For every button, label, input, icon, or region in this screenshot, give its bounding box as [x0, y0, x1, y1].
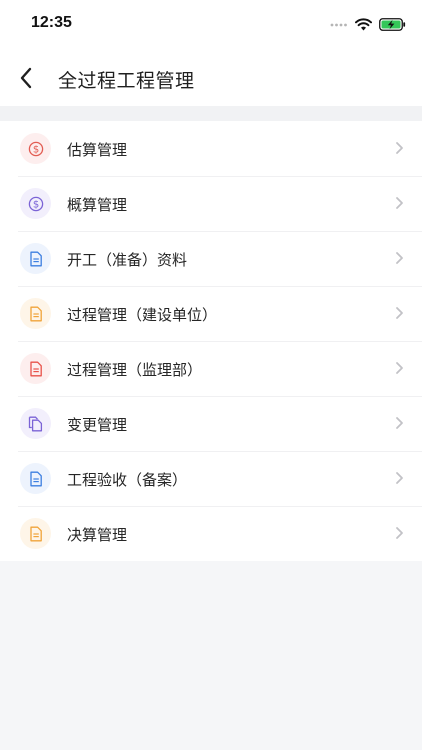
menu-item-change-management[interactable]: 变更管理 — [0, 396, 422, 451]
document-icon — [29, 361, 43, 377]
chevron-right-icon — [396, 252, 403, 264]
cellular-signal-icon — [330, 23, 347, 27]
svg-text:$: $ — [32, 144, 38, 155]
navigation-bar: 全过程工程管理 — [0, 50, 422, 106]
icon-background — [20, 463, 51, 494]
menu-item-process-supervisor[interactable]: 过程管理（监理部） — [0, 341, 422, 396]
copy-document-icon — [28, 416, 43, 432]
document-icon — [29, 526, 43, 542]
menu-item-acceptance[interactable]: 工程验收（备案） — [0, 451, 422, 506]
menu-list: $ 估算管理 $ 概算管理 开工（准备）资料 过程管理（建设单位） 过程管理（监… — [0, 121, 422, 561]
status-icons — [330, 16, 406, 32]
chevron-right-icon — [396, 142, 403, 154]
icon-background — [20, 408, 51, 439]
menu-item-label: 工程验收（备案） — [67, 471, 188, 489]
menu-item-final-accounts[interactable]: 决算管理 — [0, 506, 422, 561]
icon-background — [20, 353, 51, 384]
chevron-right-icon — [396, 417, 403, 429]
page-title: 全过程工程管理 — [58, 70, 195, 92]
menu-item-label: 决算管理 — [67, 526, 128, 544]
chevron-right-icon — [396, 307, 403, 319]
menu-item-label: 过程管理（建设单位） — [67, 306, 218, 324]
icon-background — [20, 298, 51, 329]
dollar-circle-icon: $ — [28, 141, 44, 157]
menu-item-process-owner[interactable]: 过程管理（建设单位） — [0, 286, 422, 341]
menu-item-start-materials[interactable]: 开工（准备）资料 — [0, 231, 422, 286]
section-divider — [0, 106, 422, 121]
status-time: 12:35 — [31, 14, 72, 31]
chevron-left-icon — [20, 67, 32, 89]
menu-item-label: 估算管理 — [67, 141, 128, 159]
status-bar: 12:35 — [0, 0, 422, 50]
document-icon — [29, 251, 43, 267]
chevron-right-icon — [396, 472, 403, 484]
icon-background: $ — [20, 133, 51, 164]
wifi-icon — [355, 17, 372, 30]
menu-item-label: 变更管理 — [67, 416, 128, 434]
dollar-circle-icon: $ — [28, 196, 44, 212]
battery-charging-icon — [379, 17, 406, 31]
menu-item-estimate[interactable]: $ 估算管理 — [0, 121, 422, 176]
chevron-right-icon — [396, 197, 403, 209]
document-icon — [29, 306, 43, 322]
menu-item-label: 概算管理 — [67, 196, 128, 214]
svg-text:$: $ — [32, 199, 38, 210]
icon-background: $ — [20, 188, 51, 219]
icon-background — [20, 518, 51, 549]
menu-item-label: 开工（准备）资料 — [67, 251, 188, 269]
chevron-right-icon — [396, 362, 403, 374]
menu-item-label: 过程管理（监理部） — [67, 361, 203, 379]
document-icon — [29, 471, 43, 487]
menu-item-budget-estimate[interactable]: $ 概算管理 — [0, 176, 422, 231]
icon-background — [20, 243, 51, 274]
back-button[interactable] — [10, 62, 42, 94]
chevron-right-icon — [396, 527, 403, 539]
